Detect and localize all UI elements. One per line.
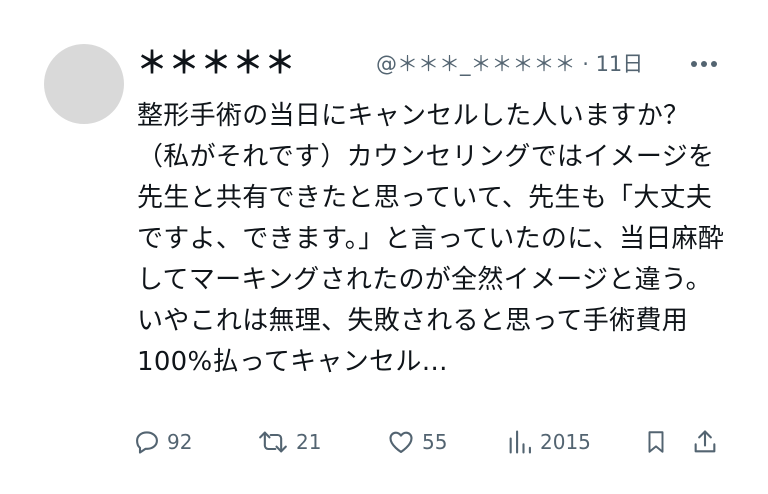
more-options-button[interactable] [688, 50, 720, 78]
reply-button[interactable]: 92 [133, 422, 192, 462]
meta-separator: · [582, 52, 589, 76]
like-button[interactable]: 55 [386, 422, 447, 462]
views-bars-icon [509, 430, 531, 454]
bookmark-icon [648, 431, 664, 453]
post-text: 整形手術の当日にキャンセルした人いますか？（私がそれです）カウンセリングではイメ… [137, 101, 725, 377]
bookmark-button[interactable] [643, 422, 669, 462]
reply-count: 92 [167, 430, 193, 454]
repost-button[interactable]: 21 [256, 422, 321, 462]
repost-arrows-icon [259, 431, 287, 453]
repost-count: 21 [296, 430, 322, 454]
share-button[interactable] [691, 422, 719, 462]
view-count: 2015 [540, 430, 591, 454]
avatar[interactable] [44, 44, 124, 124]
author-name[interactable]: ＊＊＊＊＊ [137, 44, 297, 84]
like-count: 55 [422, 430, 448, 454]
share-upload-icon [694, 430, 716, 453]
action-bar: 92 21 55 2015 [0, 422, 768, 462]
post-time[interactable]: 11日 [596, 52, 644, 76]
views-button[interactable]: 2015 [506, 422, 591, 462]
post-meta: @＊＊＊_＊＊＊＊＊ · 11日 [376, 48, 643, 80]
author-handle[interactable]: @＊＊＊_＊＊＊＊＊ [376, 52, 576, 76]
heart-icon [389, 431, 413, 453]
reply-bubble-icon [136, 431, 158, 454]
more-dots-icon [691, 61, 717, 67]
